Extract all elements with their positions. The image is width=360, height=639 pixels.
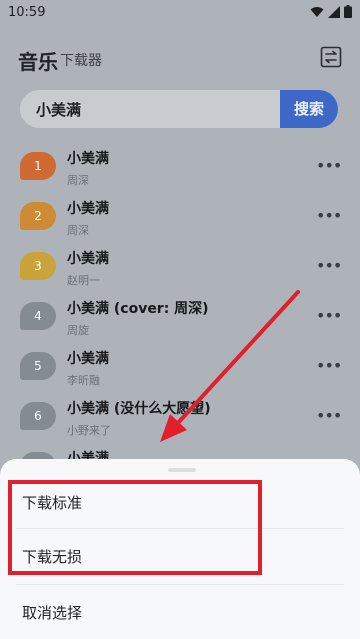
rank-badge: 4	[20, 302, 56, 330]
app-header: 音乐 下载器	[0, 40, 360, 76]
download-lossless-option[interactable]: 下载无损	[0, 531, 360, 581]
more-options-icon[interactable]: •••	[316, 356, 342, 376]
swap-list-icon[interactable]	[320, 46, 342, 68]
song-row[interactable]: 1 小美满周深 •••	[0, 140, 360, 190]
battery-icon	[344, 5, 352, 18]
bottom-sheet: 下载标准 下载无损 取消选择	[0, 459, 360, 639]
more-options-icon[interactable]: •••	[316, 156, 342, 176]
wifi-icon	[310, 6, 324, 17]
song-row[interactable]: 4 小美满 (cover: 周深) 周旋 •••	[0, 290, 360, 340]
song-artist: 周深	[67, 174, 89, 187]
song-row[interactable]: 2 小美满周深 •••	[0, 190, 360, 240]
rank-badge: 5	[20, 352, 56, 380]
song-title: 小美满 (cover: 周深)	[67, 301, 209, 317]
song-title: 小美满 (没什么大愿望)	[67, 401, 211, 417]
song-artist: 赵明一	[67, 274, 100, 287]
song-title: 小美满	[67, 351, 109, 367]
more-options-icon[interactable]: •••	[316, 406, 342, 426]
song-artist: 周旋	[67, 324, 89, 337]
song-row[interactable]: 5 小美满李昕融 •••	[0, 340, 360, 390]
more-options-icon[interactable]: •••	[316, 306, 342, 326]
song-title: 小美满	[67, 151, 109, 167]
download-standard-option[interactable]: 下载标准	[0, 477, 360, 527]
app-subtitle: 下载器	[60, 53, 102, 69]
sheet-divider	[16, 584, 344, 585]
song-title: 小美满	[67, 251, 109, 267]
rank-badge: 1	[20, 152, 56, 180]
sheet-divider	[16, 528, 344, 529]
status-bar: 10:59	[0, 0, 360, 26]
search-button[interactable]: 搜索	[280, 90, 338, 128]
song-artist: 李昕融	[67, 374, 100, 387]
signal-icon	[328, 5, 340, 18]
song-list: 1 小美满 周深 ••• 2 小美满 周深 ••• 3 小美满 赵明一 ••• 4 小美满 (cover:…	[0, 140, 360, 490]
song-title: 小美满	[67, 201, 109, 217]
more-options-icon[interactable]: •••	[316, 256, 342, 276]
download-lossless-label: 下载无损	[22, 548, 83, 566]
song-artist: 周深	[67, 224, 89, 237]
status-time: 10:59	[8, 5, 46, 20]
rank-badge: 2	[20, 202, 56, 230]
sheet-drag-handle[interactable]	[168, 468, 196, 472]
rank-badge: 6	[20, 402, 56, 430]
search-value: 小美满	[36, 101, 82, 119]
song-row[interactable]: 6 小美满 (没什么大愿望) 小野来了 •••	[0, 390, 360, 440]
search-input[interactable]: 小美满 搜索	[20, 90, 338, 128]
app-title: 音乐	[18, 50, 58, 74]
status-icons	[310, 5, 352, 18]
download-standard-label: 下载标准	[22, 494, 83, 512]
song-artist: 小野来了	[67, 424, 111, 437]
cancel-selection-label: 取消选择	[22, 604, 83, 622]
song-row[interactable]: 3 小美满赵明一 •••	[0, 240, 360, 290]
rank-badge: 3	[20, 252, 56, 280]
more-options-icon[interactable]: •••	[316, 206, 342, 226]
cancel-selection-option[interactable]: 取消选择	[0, 587, 360, 637]
